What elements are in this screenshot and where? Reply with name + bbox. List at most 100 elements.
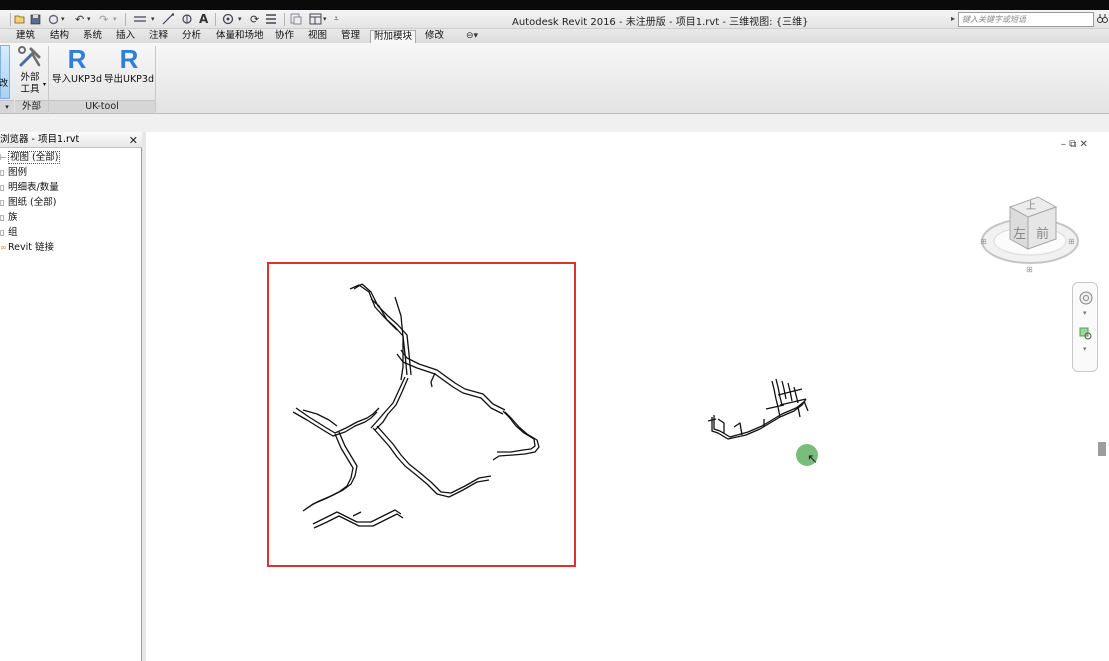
sheet-icon: ▯: [0, 198, 5, 207]
tab-structure[interactable]: 结构: [47, 30, 72, 43]
tree-item-groups[interactable]: ▯ 组: [0, 225, 18, 240]
ribbon-panel: 改 外部 工具 ▾ R 导入UKP3d R 导出UKP3d ▾ 外部 UK-to…: [0, 43, 1109, 114]
chevron-down-icon[interactable]: ▾: [238, 12, 242, 26]
tree-item-schedules[interactable]: ▯ 明细表/数量: [0, 180, 59, 195]
3d-view-icon[interactable]: [222, 12, 234, 26]
measure-icon[interactable]: [133, 12, 147, 26]
tab-collaborate[interactable]: 协作: [272, 30, 297, 43]
chevron-down-icon[interactable]: ▾: [151, 12, 155, 26]
revit-r-icon: R: [64, 44, 90, 74]
chevron-down-icon[interactable]: ▾: [1083, 345, 1087, 353]
tab-systems[interactable]: 系统: [80, 30, 105, 43]
chevron-down-icon[interactable]: ▾: [323, 12, 327, 26]
external-tools-label-2: 工具: [20, 84, 40, 95]
text-icon[interactable]: A: [199, 12, 208, 26]
panel-toggle-icon[interactable]: ⊖▾: [466, 31, 478, 41]
open-icon[interactable]: [14, 12, 25, 26]
toolbar-separator: [215, 13, 216, 26]
undo-icon[interactable]: ↶: [75, 12, 84, 26]
tab-annotate[interactable]: 注释: [146, 30, 171, 43]
browser-header: 浏览器 - 项目1.rvt ✕: [0, 132, 142, 148]
tree-node-icon: ⊢: [0, 153, 7, 162]
customize-icon[interactable]: ⩡: [334, 12, 339, 26]
ribbon-tabs: 建筑 结构 系统 插入 注释 分析 体量和场地 协作 视图 管理 附加模块 修改…: [0, 29, 1109, 43]
redo-icon[interactable]: ↷: [99, 12, 108, 26]
tree-item-legends[interactable]: ▯ 图例: [0, 165, 27, 180]
switch-windows-icon[interactable]: [309, 12, 322, 26]
external-tools-button[interactable]: 外部 工具: [17, 45, 43, 96]
section-icon[interactable]: ⟳: [250, 12, 259, 26]
piping-network-large[interactable]: [267, 262, 576, 567]
chevron-down-icon[interactable]: ▾: [113, 12, 117, 26]
external-tools-label-1: 外部: [20, 72, 40, 83]
schedule-icon: ▯: [0, 183, 5, 192]
tab-view[interactable]: 视图: [305, 30, 330, 43]
viewcube[interactable]: 上 左 前 ⊞ ⊞ ⊞: [980, 187, 1080, 277]
svg-text:R: R: [68, 45, 87, 71]
minimize-icon[interactable]: –: [1061, 139, 1066, 150]
tab-architecture[interactable]: 建筑: [13, 30, 38, 43]
panel-title-uktool[interactable]: UK-tool: [49, 100, 155, 113]
toolbar-separator: [284, 13, 285, 26]
chevron-down-icon[interactable]: ▾: [43, 81, 46, 88]
export-ukp3d-button[interactable]: R 导出UKP3d: [104, 44, 154, 86]
viewcube-compass-icon[interactable]: ⊞: [980, 237, 987, 246]
browser-title: 浏览器 - 项目1.rvt: [0, 134, 80, 145]
thin-lines-icon[interactable]: [265, 12, 277, 26]
tree-item-views[interactable]: ⊢ 视图 (全部): [0, 150, 61, 165]
modify-button[interactable]: 改: [0, 45, 10, 99]
panel-title-modify[interactable]: ▾: [0, 100, 14, 113]
steering-wheel-icon[interactable]: [1079, 291, 1093, 308]
viewcube-left-label[interactable]: 左: [1013, 223, 1026, 242]
scrollbar-thumb[interactable]: [1098, 442, 1106, 456]
tag-icon[interactable]: [181, 12, 193, 26]
tab-insert[interactable]: 插入: [113, 30, 138, 43]
close-icon[interactable]: ✕: [129, 133, 138, 148]
close-icon[interactable]: ✕: [1080, 139, 1088, 150]
tab-analyze[interactable]: 分析: [179, 30, 204, 43]
tree-item-sheets[interactable]: ▯ 图纸 (全部): [0, 195, 56, 210]
close-hidden-icon[interactable]: [290, 12, 302, 26]
svg-text:R: R: [120, 45, 139, 71]
search-expand-icon[interactable]: ▸: [951, 14, 955, 23]
ribbon-gap: [0, 114, 1109, 132]
viewcube-top-label[interactable]: 上: [1026, 197, 1036, 212]
restore-icon[interactable]: ⧉: [1069, 139, 1076, 150]
piping-network-small[interactable]: [706, 377, 816, 452]
project-browser: 浏览器 - 项目1.rvt ✕ ⊢ 视图 (全部) ▯ 图例 ▯ 明细表/数量 ▯ 图纸…: [0, 132, 142, 661]
search-input[interactable]: 键入关键字或短语: [958, 12, 1094, 27]
toolbar-separator: [125, 13, 126, 26]
chevron-down-icon[interactable]: ▾: [87, 12, 91, 26]
viewcube-compass-icon[interactable]: ⊞: [1026, 265, 1033, 274]
tools-icon: [17, 45, 43, 72]
view-window-controls[interactable]: – ⧉ ✕: [1061, 139, 1088, 150]
dimension-icon[interactable]: [162, 12, 174, 26]
group-icon: ▯: [0, 228, 5, 237]
navigation-bar: ▾ ▾: [1072, 282, 1098, 372]
tab-manage[interactable]: 管理: [338, 30, 363, 43]
zoom-icon[interactable]: [1079, 327, 1093, 344]
tab-add-ins[interactable]: 附加模块: [370, 30, 417, 43]
quick-access-toolbar: ▾ ↶ ▾ ↷ ▾ ▾ A ▾ ⟳ ▾ ⩡ Autodesk Revit 201…: [0, 10, 1109, 29]
panel-divider: [155, 46, 156, 112]
modify-button-label: 改: [0, 79, 9, 89]
panel-title-external[interactable]: 外部: [15, 100, 48, 113]
export-ukp3d-label: 导出UKP3d: [104, 74, 154, 85]
viewcube-front-label[interactable]: 前: [1036, 223, 1049, 242]
family-icon: ▯: [0, 213, 5, 222]
chevron-down-icon[interactable]: ▾: [61, 12, 65, 26]
tab-massing-site[interactable]: 体量和场地: [213, 30, 267, 43]
chevron-down-icon[interactable]: ▾: [1083, 309, 1087, 317]
import-ukp3d-label: 导入UKP3d: [52, 74, 102, 85]
binoculars-icon[interactable]: [1097, 13, 1108, 27]
tree-item-revit-links[interactable]: ∞Revit 链接: [0, 240, 54, 255]
save-icon[interactable]: [30, 12, 41, 26]
sync-icon[interactable]: [48, 12, 59, 26]
app-title: Autodesk Revit 2016 - 未注册版 - 项目1.rvt - 三…: [512, 17, 809, 28]
link-icon: ∞: [0, 243, 7, 252]
viewcube-compass-icon[interactable]: ⊞: [1068, 237, 1075, 246]
tree-item-families[interactable]: ▯ 族: [0, 210, 18, 225]
tab-modify[interactable]: 修改: [422, 30, 447, 43]
import-ukp3d-button[interactable]: R 导入UKP3d: [52, 44, 102, 86]
view-canvas[interactable]: – ⧉ ✕ ↖ 上 左 前 ⊞ ⊞ ⊞ ▾ ▾: [146, 132, 1109, 661]
